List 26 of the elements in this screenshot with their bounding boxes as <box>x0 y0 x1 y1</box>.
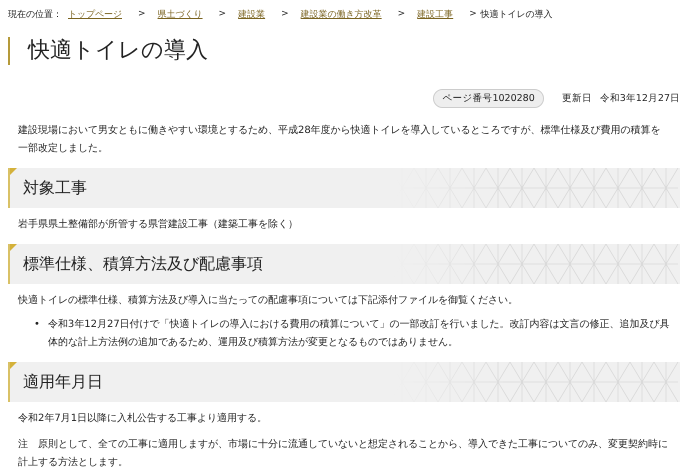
breadcrumb-separator: > <box>218 9 226 19</box>
bullet-marker: • <box>34 318 40 332</box>
breadcrumb-link[interactable]: 県土づくり <box>158 8 203 20</box>
updated-label: 更新日 <box>562 92 592 105</box>
bullet-item: 令和3年12月27日付けで「快適トイレの導入における費用の積算について」の一部改訂を行いました。改訂内容は文言の修正、追加及び具体的な計上方法例の追加であるため、運用及び積算方法が変更となるものではありません。 <box>48 318 670 350</box>
breadcrumb-separator: > <box>469 9 477 19</box>
breadcrumb-link[interactable]: 建設業の働き方改革 <box>300 8 382 20</box>
page-number-badge: ページ番号1020280 <box>433 89 544 108</box>
breadcrumb-label: 現在の位置： <box>8 8 62 20</box>
breadcrumb-link[interactable]: トップページ <box>68 8 122 20</box>
section-heading: 対象工事 <box>22 178 87 198</box>
updated-date: 令和3年12月27日 <box>600 92 680 105</box>
body-paragraph: 注 原則として、全ての工事に適用しますが、市場に十分に流通していないと想定されることから、導入できた工事についてのみ、変更契約時に計上する方法とします。 <box>17 438 669 470</box>
section-heading: 標準仕様、積算方法及び配慮事項 <box>22 254 263 274</box>
intro-paragraph: 建設現場において男女ともに働きやすい環境とするため、平成28年度から快適トイレを導入しているところですが、標準仕様及び費用の積算を一部改定しました。 <box>17 124 662 156</box>
breadcrumb-link[interactable]: 建設業 <box>238 8 266 20</box>
body-paragraph: 快適トイレの標準仕様、積算方法及び導入に当たっての配慮事項については下記添付ファイルを御覧ください。 <box>16 294 519 308</box>
breadcrumb-link[interactable]: 建設工事 <box>417 8 454 20</box>
breadcrumb-separator: > <box>138 9 146 19</box>
section-heading: 適用年月日 <box>22 372 103 392</box>
breadcrumb-separator: > <box>398 9 406 19</box>
body-paragraph: 令和2年7月1日以降に入札公告する工事より適用する。 <box>17 412 268 426</box>
breadcrumb-separator: > <box>281 9 289 19</box>
page-title: 快適トイレの導入 <box>8 37 680 65</box>
breadcrumb-current: 快適トイレの導入 <box>480 8 553 20</box>
body-paragraph: 岩手県県土整備部が所管する県営建設工事（建築工事を除く） <box>17 218 299 232</box>
